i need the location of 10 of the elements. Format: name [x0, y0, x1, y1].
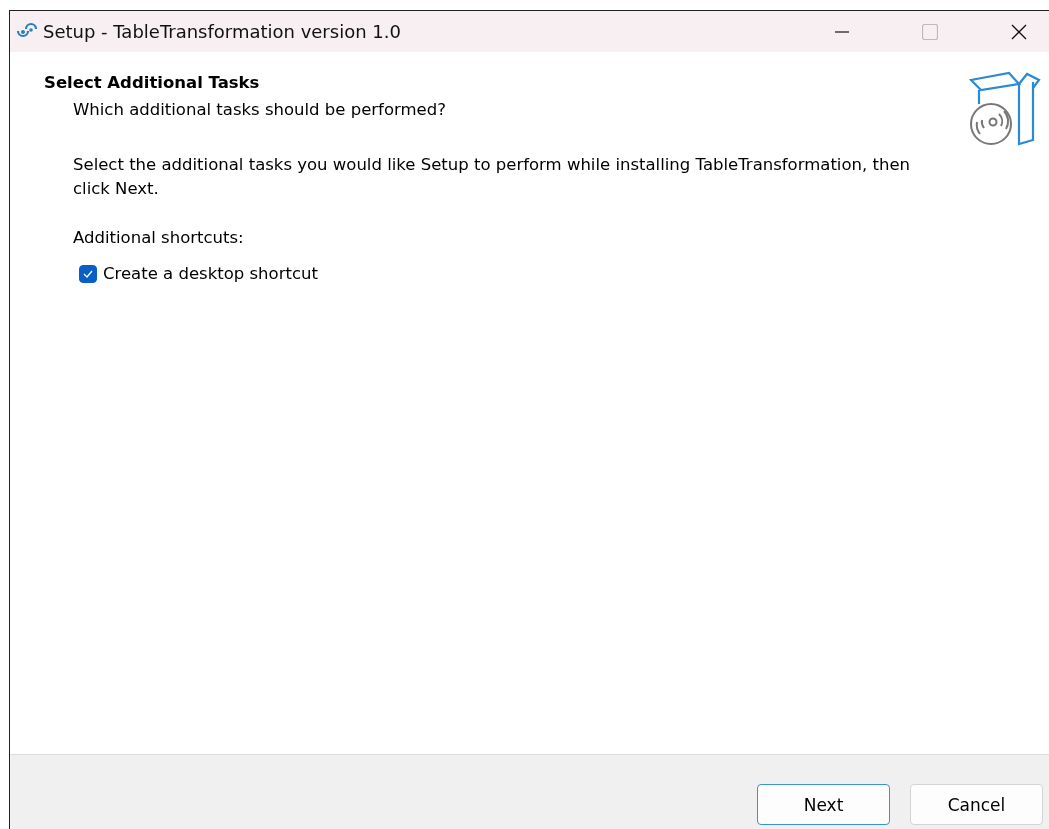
window-title: Setup - TableTransformation version 1.0: [43, 21, 402, 42]
close-icon[interactable]: [1011, 23, 1027, 40]
checkbox-label[interactable]: Create a desktop shortcut: [103, 264, 318, 283]
dialog-button[interactable]: Cancel: [910, 784, 1043, 825]
page-subheading: Which additional tasks should be performed?: [73, 100, 446, 119]
group-label: Additional shortcuts:: [73, 228, 245, 247]
checkbox[interactable]: [79, 264, 97, 283]
instruction-text: Select the additional tasks you would like Setup to perform while installing TableTransformation, then click Next.: [73, 154, 912, 200]
dialog-button[interactable]: Next: [757, 784, 890, 825]
page-heading: Select Additional Tasks: [44, 73, 261, 92]
